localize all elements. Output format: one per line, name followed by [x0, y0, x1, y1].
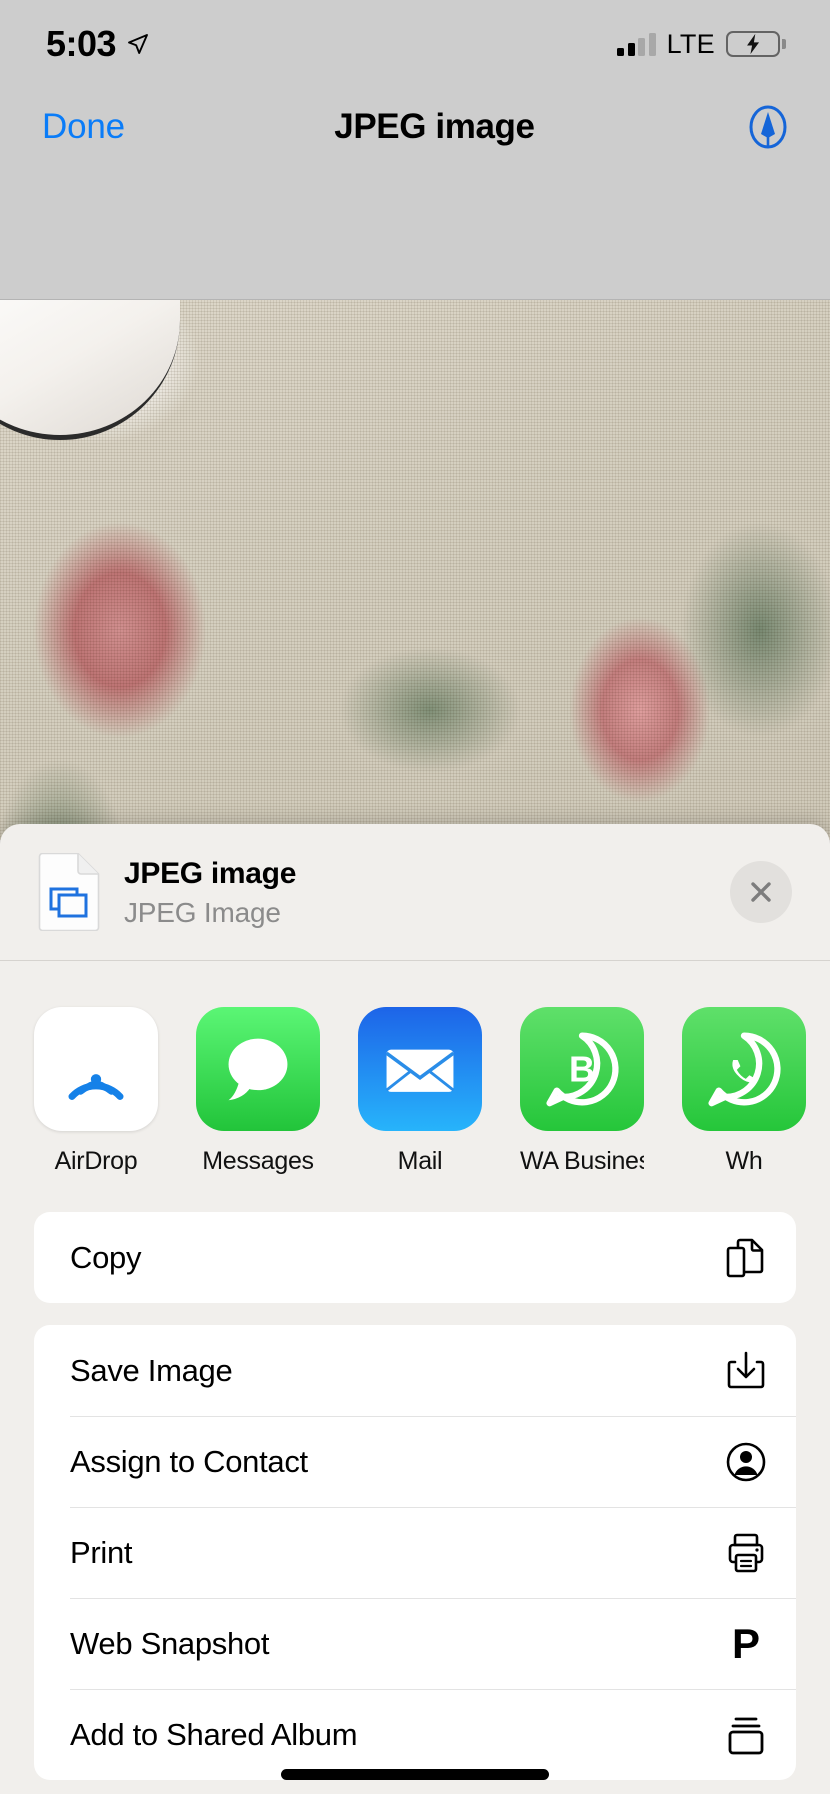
share-action-group-1: Copy [34, 1212, 796, 1303]
whatsapp-business-icon: B [520, 1007, 644, 1131]
status-bar-clock: 5:03 [46, 23, 117, 64]
share-app-label: Messages [202, 1147, 314, 1175]
share-file-text: JPEG image JPEG Image [124, 856, 730, 929]
share-app-whatsapp[interactable]: Wh [682, 1007, 806, 1176]
share-app-label: WA Business [520, 1147, 644, 1175]
location-arrow-icon [128, 34, 149, 54]
messages-icon [196, 1007, 320, 1131]
messages-bubble-glyph [228, 1038, 288, 1101]
action-assign-to-contact[interactable]: Assign to Contact [34, 1416, 796, 1507]
action-label: Save Image [70, 1352, 233, 1388]
action-save-image[interactable]: Save Image [34, 1325, 796, 1416]
share-file-subtitle: JPEG Image [124, 896, 281, 928]
share-app-label: Wh [725, 1147, 763, 1175]
share-file-header: JPEG image JPEG Image [0, 824, 830, 961]
shared-album-icon [728, 1717, 764, 1754]
whatsapp-glyph [708, 1032, 781, 1107]
save-download-icon [727, 1351, 765, 1388]
navigation-bar-row: Done JPEG image [0, 88, 830, 166]
share-action-area: Copy Save Image Assign to Contact Print … [0, 1186, 830, 1780]
svg-text:P: P [732, 1622, 760, 1666]
share-app-mail[interactable]: Mail [358, 1007, 482, 1176]
action-web-snapshot[interactable]: Web Snapshot P [34, 1598, 796, 1689]
share-app-wa-business[interactable]: B WA Business [520, 1007, 644, 1176]
battery-charging-icon [726, 31, 786, 57]
home-indicator [281, 1769, 549, 1780]
status-bar-left: 5:03 [46, 23, 150, 65]
done-button[interactable]: Done [42, 107, 125, 147]
photo-preview[interactable] [0, 300, 830, 840]
cellular-signal-icon [617, 32, 656, 56]
status-bar: 5:03 LTE [0, 0, 830, 88]
share-file-title: JPEG image [124, 856, 297, 890]
share-sheet: JPEG image JPEG Image AirDrop Messages M… [0, 824, 830, 1794]
mail-icon [358, 1007, 482, 1131]
close-button[interactable] [730, 861, 792, 923]
copy-icon [726, 1238, 764, 1277]
status-bar-right: LTE [617, 29, 786, 60]
share-app-row[interactable]: AirDrop Messages Mail B WA Busine Wh [0, 961, 830, 1186]
whatsapp-business-glyph: B [546, 1032, 619, 1107]
action-label: Copy [70, 1239, 142, 1275]
jpeg-document-icon [38, 853, 100, 931]
action-print[interactable]: Print [34, 1507, 796, 1598]
navigation-bar: Done JPEG image [0, 88, 830, 300]
share-action-group-2: Save Image Assign to Contact Print Web S… [34, 1325, 796, 1780]
action-label: Assign to Contact [70, 1443, 308, 1479]
web-snapshot-p-icon: P [732, 1622, 760, 1666]
page-title: JPEG image [334, 107, 535, 146]
contact-person-icon [726, 1442, 766, 1481]
whatsapp-icon [682, 1007, 806, 1131]
mail-envelope-glyph [385, 1049, 455, 1092]
share-app-label: AirDrop [54, 1147, 138, 1175]
close-icon [751, 882, 771, 902]
action-copy[interactable]: Copy [34, 1212, 796, 1303]
airdrop-glyph [68, 1074, 124, 1100]
share-app-airdrop[interactable]: AirDrop [34, 1007, 158, 1176]
lightning-bolt-icon [747, 33, 760, 55]
carrier-label: LTE [666, 28, 715, 59]
action-add-to-shared-album[interactable]: Add to Shared Album [34, 1689, 796, 1780]
share-app-label: Mail [397, 1147, 443, 1175]
share-app-messages[interactable]: Messages [196, 1007, 320, 1176]
markup-pen-icon[interactable] [744, 103, 792, 151]
action-label: Web Snapshot [70, 1625, 270, 1661]
svg-text:B: B [569, 1049, 595, 1090]
airdrop-icon [34, 1007, 158, 1131]
action-label: Print [70, 1534, 133, 1570]
printer-icon [728, 1533, 764, 1572]
action-label: Add to Shared Album [70, 1716, 358, 1752]
